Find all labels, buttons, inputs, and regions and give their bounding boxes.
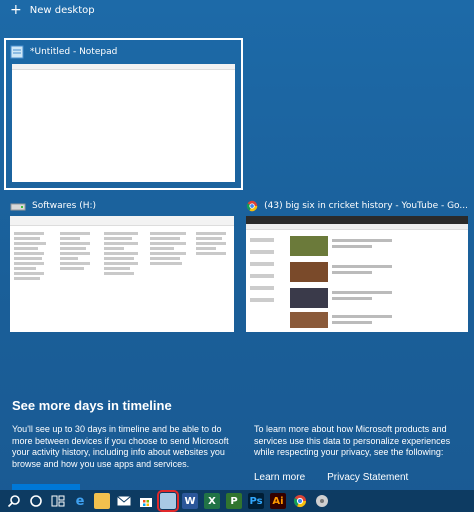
privacy-description: To learn more about how Microsoft produc…	[254, 424, 451, 457]
mail-icon[interactable]	[116, 493, 132, 509]
privacy-statement-link[interactable]: Privacy Statement	[327, 472, 408, 483]
window-thumbnail	[246, 216, 468, 332]
illustrator-icon[interactable]: Ai	[270, 493, 286, 509]
photoshop-icon[interactable]: Ps	[248, 493, 264, 509]
word-icon[interactable]: W	[182, 493, 198, 509]
timeline-title: See more days in timeline	[12, 398, 172, 413]
window-card-notepad[interactable]: *Untitled - Notepad	[4, 38, 243, 190]
window-title: (43) big six in cricket history - YouTub…	[264, 201, 468, 211]
window-thumbnail	[12, 64, 235, 182]
chrome-icon[interactable]	[292, 493, 308, 509]
privacy-links: Learn more Privacy Statement	[254, 472, 408, 483]
window-title: *Untitled - Notepad	[30, 47, 118, 57]
plus-icon: +	[10, 2, 22, 18]
window-card-header: Softwares (H:)	[10, 198, 234, 214]
cortana-icon[interactable]	[28, 493, 44, 509]
disk-icon[interactable]	[314, 493, 330, 509]
notepad-icon[interactable]	[157, 490, 179, 512]
learn-more-link[interactable]: Learn more	[254, 472, 305, 483]
window-title: Softwares (H:)	[32, 201, 97, 211]
search-icon[interactable]	[6, 493, 22, 509]
new-desktop-label: New desktop	[29, 4, 95, 16]
window-thumbnail	[10, 216, 234, 332]
new-desktop-button[interactable]: + New desktop	[10, 2, 95, 18]
excel-icon[interactable]: X	[204, 493, 220, 509]
window-card-header: *Untitled - Notepad	[10, 44, 237, 60]
taskbar: e W X P Ps Ai	[0, 490, 474, 512]
task-view-icon[interactable]	[50, 493, 66, 509]
timeline-description: You'll see up to 30 days in timeline and…	[12, 424, 229, 469]
project-icon[interactable]: P	[226, 493, 242, 509]
window-card-youtube[interactable]: (43) big six in cricket history - YouTub…	[246, 196, 468, 338]
notepad-icon	[10, 45, 24, 59]
file-explorer-icon[interactable]	[94, 493, 110, 509]
store-icon[interactable]	[138, 493, 154, 509]
window-card-header: (43) big six in cricket history - YouTub…	[246, 198, 468, 214]
chrome-icon	[246, 200, 258, 212]
edge-icon[interactable]: e	[72, 493, 88, 509]
drive-icon	[10, 203, 26, 211]
window-card-file-explorer[interactable]: Softwares (H:)	[10, 196, 234, 338]
